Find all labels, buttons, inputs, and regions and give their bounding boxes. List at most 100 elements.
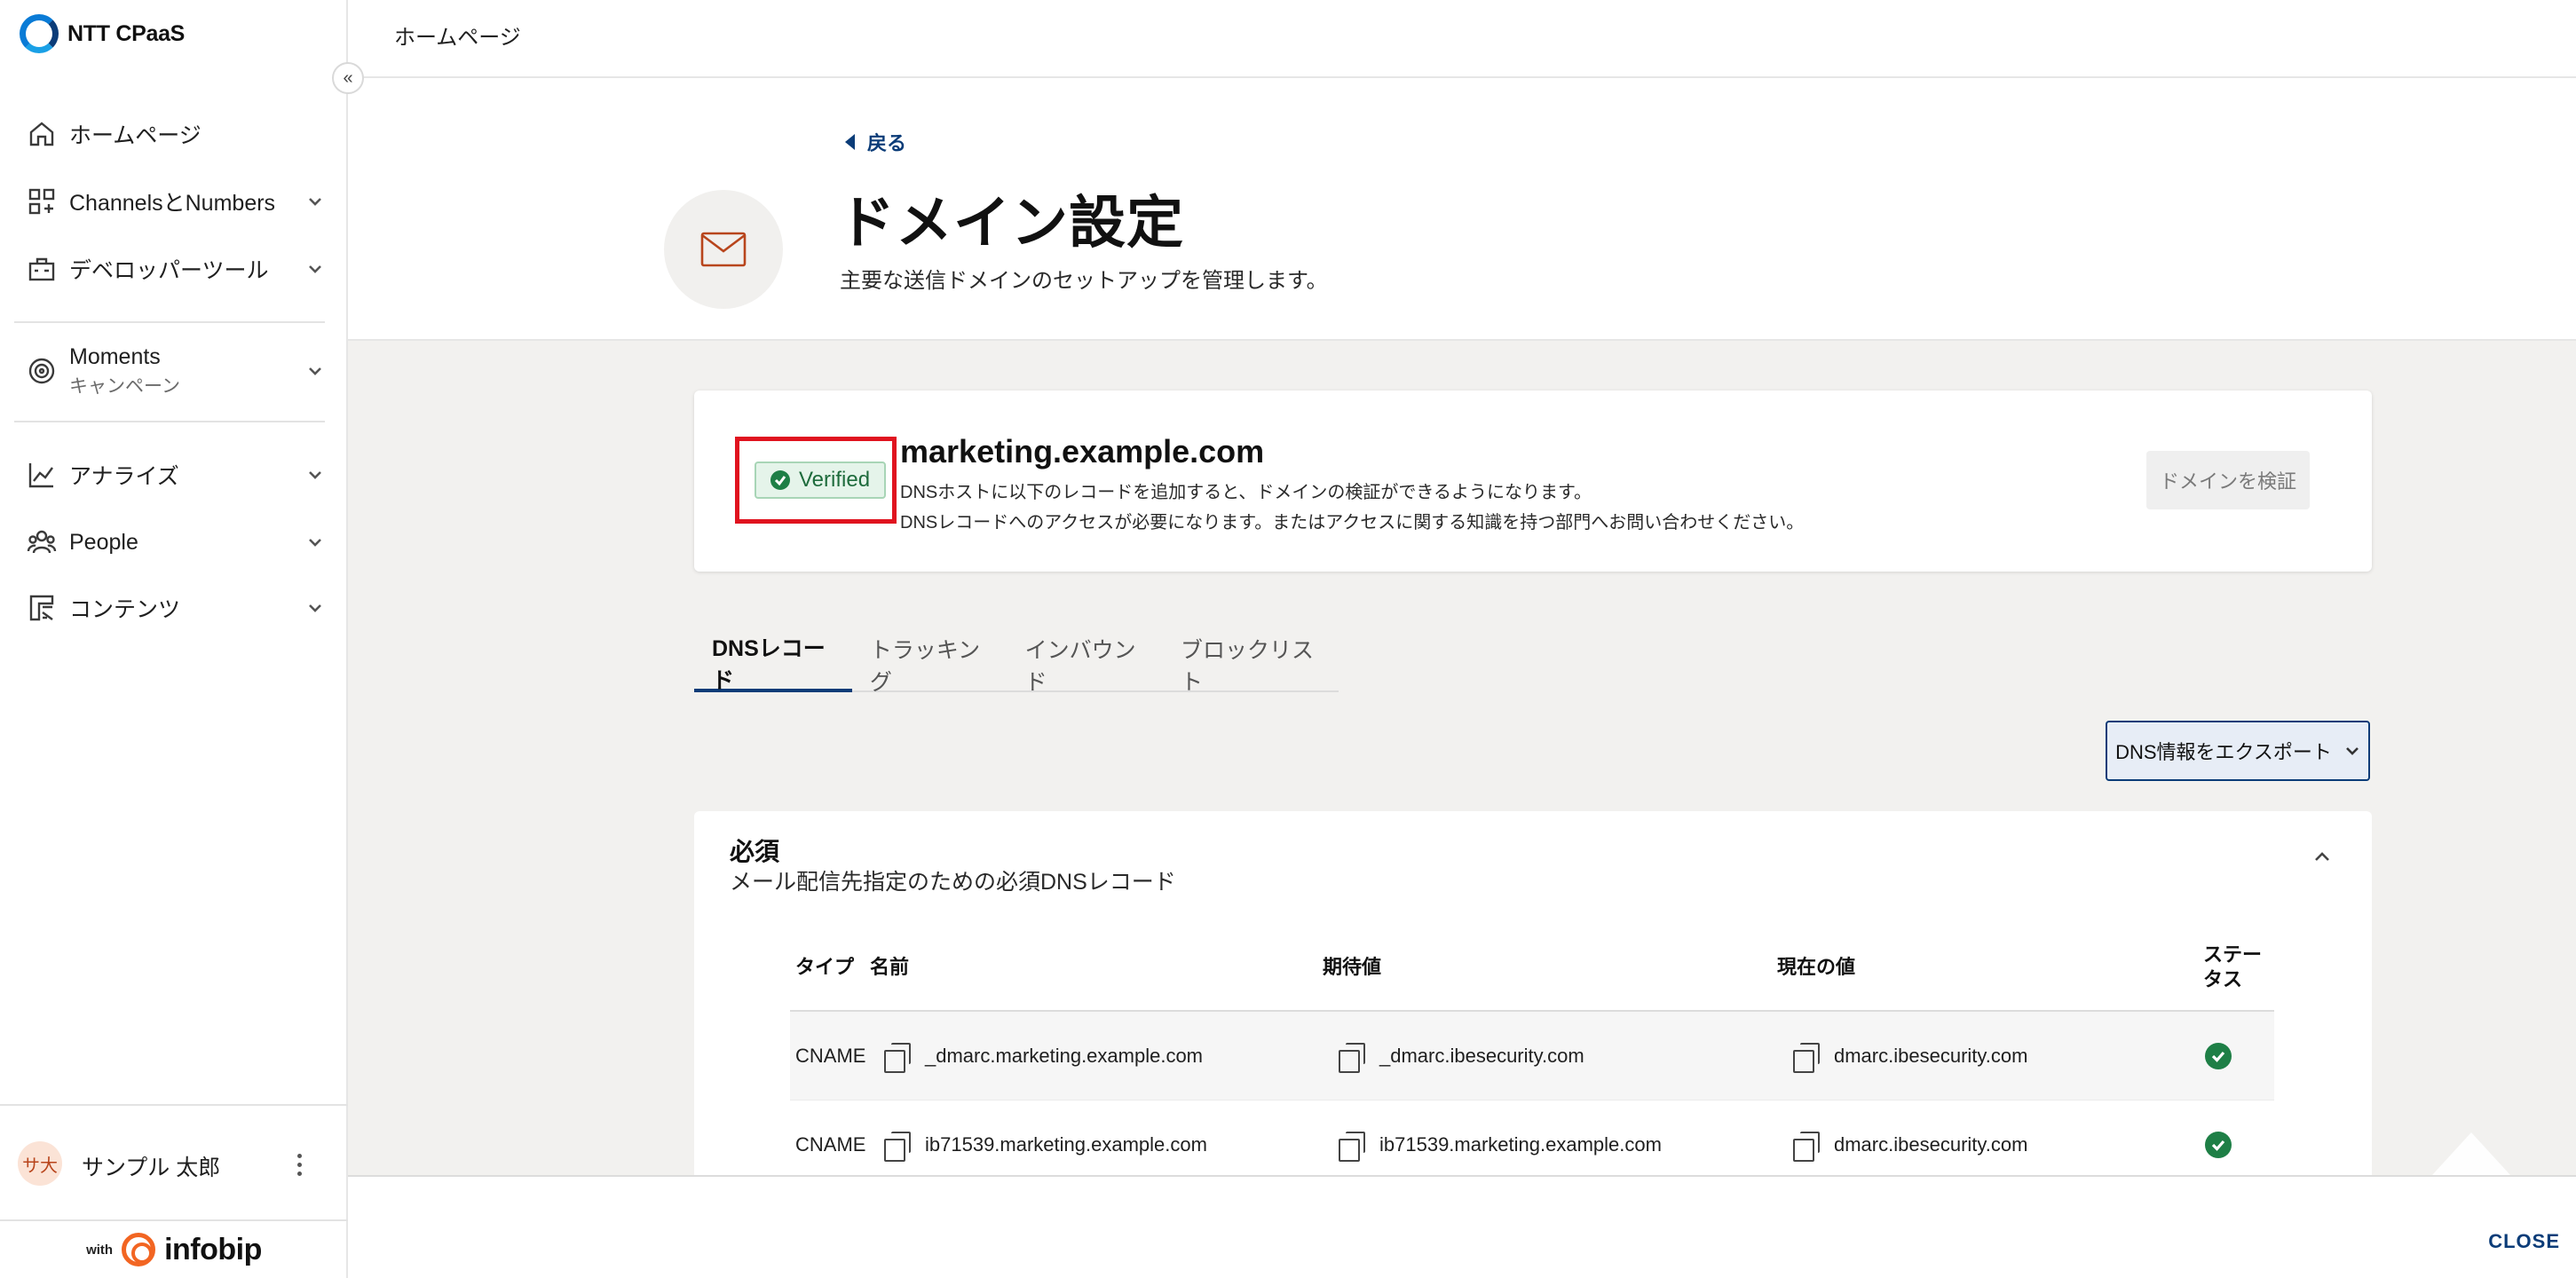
sidebar-item-label: People [69,529,138,555]
kebab-menu-icon[interactable] [286,1145,312,1184]
page-header: 戻る ドメイン設定 主要な送信ドメインのセットアップを管理します。 [348,78,2576,341]
domain-card: Verified marketing.example.com DNSホストに以下… [694,390,2372,572]
tab-dns-records[interactable]: DNSレコード [694,636,852,693]
cell-expected-text: ib71539.marketing.example.com [1379,1133,1662,1156]
sidebar-item-channels[interactable]: ChannelsとNumbers [14,174,328,229]
brand-logo[interactable]: NTT CPaaS [20,14,185,53]
cell-current-text: dmarc.ibesecurity.com [1834,1133,2028,1156]
sidebar-divider [14,321,325,323]
check-circle-icon [770,470,790,490]
sidebar-collapse-button[interactable]: « [332,62,364,94]
bottom-bar: CLOSE [348,1175,2576,1278]
cell-expected-text: _dmarc.ibesecurity.com [1379,1045,1584,1067]
chevron-down-icon [302,462,328,488]
target-icon [14,356,69,386]
sidebar-item-label: コンテンツ [69,597,181,622]
column-header-status: ステー タス [2203,923,2262,1012]
domain-name: marketing.example.com [900,433,1265,469]
sidebar-divider [14,421,325,422]
section-subtitle: メール配信先指定のための必須DNSレコード [730,870,1176,895]
cell-current-text: dmarc.ibesecurity.com [1834,1045,2028,1067]
domain-description-line: DNSホストに以下のレコードを追加すると、ドメインの検証ができるようになります。 [900,483,1592,502]
check-circle-icon [2205,1043,2232,1069]
mail-icon [664,190,783,309]
sidebar-item-label: アナライズ [69,464,179,489]
back-arrow-icon [845,134,855,150]
cell-current: dmarc.ibesecurity.com [1793,1012,2027,1100]
sidebar-item-content[interactable]: コンテンツ [14,580,328,635]
grid-icon [14,186,69,217]
sidebar-item-moments[interactable]: Moments キャンペーン [14,343,328,399]
copy-icon[interactable] [1339,1132,1365,1162]
sidebar-item-analyze[interactable]: アナライズ [14,447,328,502]
table-header: タイプ 名前 期待値 現在の値 ステー タス [790,923,2274,1012]
sidebar-item-people[interactable]: People [14,515,328,570]
people-icon [14,527,69,557]
tab-tracking[interactable]: トラッキング [852,637,1007,695]
powered-by-infobip: with infobip [0,1219,348,1278]
dns-records-table: タイプ 名前 期待値 現在の値 ステー タス CNAME _dmarc.mark… [790,923,2274,1175]
table-row: CNAME ib71539.marketing.example.com ib71… [790,1100,2274,1175]
sidebar-item-label: ホームページ [69,123,201,148]
cell-name: ib71539.marketing.example.com [884,1100,1207,1175]
main-content: Verified marketing.example.com DNSホストに以下… [348,341,2576,1175]
copy-icon[interactable] [884,1043,911,1073]
tab-bar: DNSレコード トラッキング インバウンド ブロックリスト [694,636,1339,695]
scroll-to-top-icon[interactable] [2432,1132,2510,1175]
back-link[interactable]: 戻る [845,128,906,156]
table-row: CNAME _dmarc.marketing.example.com _dmar… [790,1012,2274,1100]
export-dns-button[interactable]: DNS情報をエクスポート [2106,721,2370,781]
copy-icon[interactable] [884,1132,911,1162]
content-icon [14,593,69,623]
sidebar-item-label: Moments [69,343,161,369]
cell-type: CNAME [795,1045,866,1067]
column-header-type: タイプ [795,956,855,978]
column-header-status-line: ステー [2203,943,2263,966]
cell-status [2205,1100,2232,1175]
user-menu[interactable]: サ大 サンプル 太郎 [0,1104,348,1219]
copy-icon[interactable] [1793,1132,1820,1162]
cell-name-text: ib71539.marketing.example.com [925,1133,1207,1156]
infobip-logo-icon [122,1233,156,1266]
column-header-current: 現在の値 [1777,956,1856,978]
cell-name: _dmarc.marketing.example.com [884,1012,1203,1100]
cell-current: dmarc.ibesecurity.com [1793,1100,2027,1175]
copy-icon[interactable] [1793,1043,1820,1073]
sidebar: NTT CPaaS ホームページ ChannelsとNumbers デベロッパー… [0,0,348,1278]
sidebar-item-home[interactable]: ホームページ [14,106,328,162]
check-circle-icon [2205,1132,2232,1158]
chevron-down-icon [302,358,328,384]
chevron-up-icon[interactable] [2308,843,2336,872]
breadcrumb[interactable]: ホームページ [394,20,521,51]
chevron-down-icon [302,256,328,282]
section-title: 必須 [730,838,780,865]
column-header-status-line: タス [2203,968,2243,990]
sidebar-item-sublabel: キャンペーン [69,375,180,397]
chevron-down-icon [2345,747,2359,755]
status-badge-label: Verified [799,468,871,492]
user-name: サンプル 太郎 [82,1156,221,1180]
verify-domain-button[interactable]: ドメインを検証 [2146,451,2310,509]
tab-blocklist[interactable]: ブロックリスト [1163,637,1339,695]
avatar: サ大 [18,1141,62,1186]
sidebar-item-label: ChannelsとNumbers [69,191,276,216]
cell-status [2205,1012,2232,1100]
toolbox-icon [14,254,69,284]
ntt-logo-icon [20,14,59,53]
copy-icon[interactable] [1339,1043,1365,1073]
export-dns-label: DNS情報をエクスポート [2115,741,2332,763]
page-title: ドメイン設定 [838,191,1184,255]
column-header-name: 名前 [870,956,910,978]
tab-inbound[interactable]: インバウンド [1007,637,1163,695]
brand-name: NTT CPaaS [67,20,186,46]
top-bar: ホームページ [348,0,2576,78]
chevron-down-icon [302,595,328,621]
close-button[interactable]: CLOSE [2488,1230,2560,1253]
cell-type: CNAME [795,1133,866,1156]
sidebar-item-developer-tools[interactable]: デベロッパーツール [14,241,328,296]
cell-expected: ib71539.marketing.example.com [1339,1100,1662,1175]
back-label: 戻る [867,132,907,154]
home-icon [14,119,69,149]
status-badge: Verified [755,462,887,499]
sidebar-item-label: デベロッパーツール [69,258,269,283]
